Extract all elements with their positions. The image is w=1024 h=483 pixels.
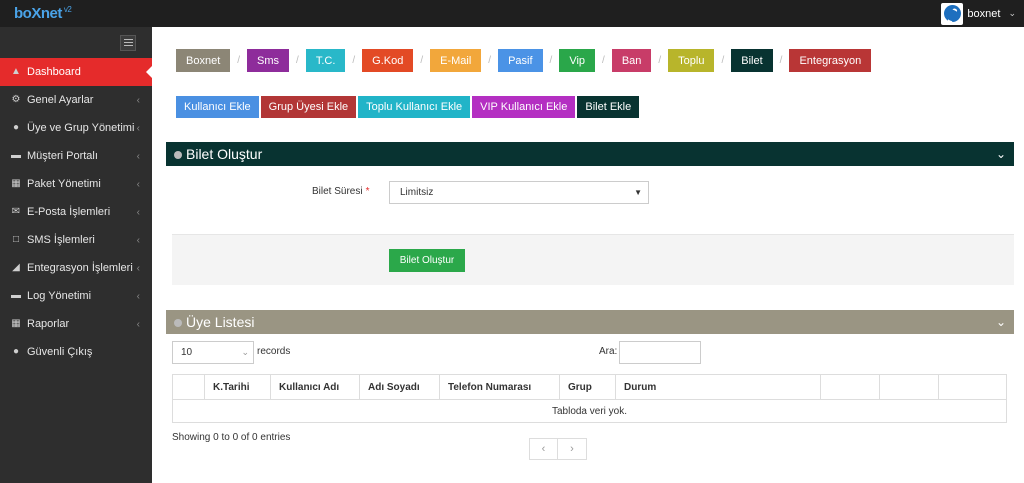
table-header-row: K.Tarihi Kullanıcı Adı Adı Soyadı Telefo… — [172, 374, 1007, 400]
sms-icon: □ — [12, 234, 20, 245]
add-vip-user-button[interactable]: VIP Kullanıcı Ekle — [472, 96, 576, 118]
caret-down-icon: ▼ — [634, 188, 642, 197]
members-panel-header[interactable]: Üye Listesi ⌄ — [166, 310, 1014, 334]
category-tabs: Boxnet / Sms / T.C. / G.Kod / E-Mail / Pasif /… — [176, 49, 872, 72]
sidebar-item-genel-ayarlar[interactable]: ⚙ Genel Ayarlar ‹ — [0, 86, 152, 114]
tab-boxnet[interactable]: Boxnet — [176, 49, 231, 72]
create-ticket-button[interactable]: Bilet Oluştur — [389, 249, 465, 272]
chevron-left-icon: ‹ — [136, 234, 140, 246]
pagination: ‹ › — [529, 438, 587, 460]
tab-tc[interactable]: T.C. — [305, 49, 346, 72]
chevron-left-icon: ‹ — [136, 122, 140, 134]
globe-icon — [174, 151, 182, 160]
tab-toplu[interactable]: Toplu — [668, 49, 715, 72]
column-kullanici-adi[interactable]: Kullanıcı Adı — [270, 374, 360, 400]
search-label: Ara: — [599, 346, 618, 357]
sidebar-item-musteri-portali[interactable]: ▬ Müşteri Portalı ‹ — [0, 142, 152, 170]
bulk-add-users-button[interactable]: Toplu Kullanıcı Ekle — [358, 96, 471, 118]
table-icon: ▦ — [11, 178, 21, 189]
table-info: Showing 0 to 0 of 0 entries — [172, 432, 291, 443]
sidebar-item-guvenli-cikis[interactable]: ● Güvenli Çıkış — [0, 338, 152, 366]
page-length-select[interactable]: 10 ⌄ — [172, 341, 254, 364]
next-page-button[interactable]: › — [558, 438, 587, 460]
column-k-tarihi[interactable]: K.Tarihi — [204, 374, 271, 400]
chevron-left-icon: ‹ — [136, 318, 140, 330]
sidebar-item-entegrasyon[interactable]: ◢ Entegrasyon İşlemleri ‹ — [0, 254, 152, 282]
empty-table-message: Tabloda veri yok. — [172, 399, 1007, 423]
folder-icon: ▬ — [11, 150, 21, 161]
chevron-down-icon[interactable]: ⌄ — [996, 315, 1006, 329]
tab-pasif[interactable]: Pasif — [498, 49, 543, 72]
tab-gkod[interactable]: G.Kod — [362, 49, 414, 72]
user-icon: ● — [12, 122, 20, 133]
main-content: Boxnet / Sms / T.C. / G.Kod / E-Mail / Pasif /… — [152, 27, 1024, 483]
chevron-left-icon: ‹ — [136, 262, 140, 274]
sidebar-item-sms[interactable]: □ SMS İşlemleri ‹ — [0, 226, 152, 254]
chevron-left-icon: ‹ — [136, 178, 140, 190]
chevron-left-icon: ‹ — [136, 290, 140, 302]
sidebar: ▲ Dashboard ⚙ Genel Ayarlar ‹ ● Üye ve Grup … — [0, 27, 152, 483]
sidebar-item-paket[interactable]: ▦ Paket Yönetimi ‹ — [0, 170, 152, 198]
sitemap-icon: ◢ — [12, 262, 20, 273]
dashboard-icon: ▲ — [11, 66, 21, 77]
table-row: Tabloda veri yok. — [172, 399, 1007, 423]
ticket-duration-select[interactable]: Limitsiz ▼ — [389, 181, 649, 204]
app-logo[interactable]: boXnet v2 — [14, 5, 72, 22]
sidebar-item-eposta[interactable]: ✉ E-Posta İşlemleri ‹ — [0, 198, 152, 226]
column-grup[interactable]: Grup — [559, 374, 616, 400]
cogs-icon: ⚙ — [11, 94, 21, 105]
panel-title: Bilet Oluştur — [186, 146, 263, 162]
add-group-member-button[interactable]: Grup Üyesi Ekle — [260, 96, 357, 118]
folder-open-icon: ▬ — [11, 290, 21, 301]
tab-bilet[interactable]: Bilet — [731, 49, 773, 72]
records-label: records — [257, 346, 291, 357]
previous-page-button[interactable]: ‹ — [529, 438, 558, 460]
envelope-icon: ✉ — [11, 206, 21, 217]
globe-icon — [174, 319, 182, 328]
add-ticket-button[interactable]: Bilet Ekle — [577, 96, 640, 118]
add-user-button[interactable]: Kullanıcı Ekle — [176, 96, 259, 118]
column-action-2 — [879, 374, 939, 400]
ticket-panel-header[interactable]: Bilet Oluştur ⌄ — [166, 142, 1014, 166]
tab-ban[interactable]: Ban — [611, 49, 652, 72]
form-actions — [172, 234, 1014, 285]
chevron-left-icon: ‹ — [136, 150, 140, 162]
grid-icon: ▦ — [11, 318, 21, 329]
column-durum[interactable]: Durum — [615, 374, 821, 400]
tab-email[interactable]: E-Mail — [430, 49, 482, 72]
sidebar-item-raporlar[interactable]: ▦ Raporlar ‹ — [0, 310, 152, 338]
column-action-3 — [938, 374, 1007, 400]
panel-title: Üye Listesi — [186, 314, 255, 330]
user-menu[interactable]: boxnet ⌄ — [941, 2, 1016, 25]
menu-toggle-icon[interactable] — [120, 34, 136, 51]
select-column[interactable] — [172, 374, 205, 400]
chevron-down-icon[interactable]: ⌄ — [996, 147, 1006, 161]
chevron-down-icon: ⌄ — [1008, 8, 1016, 18]
tab-vip[interactable]: Vip — [559, 49, 596, 72]
top-bar: boXnet v2 boxnet ⌄ — [0, 0, 1024, 27]
sidebar-item-log[interactable]: ▬ Log Yönetimi ‹ — [0, 282, 152, 310]
avatar — [941, 2, 964, 25]
chevron-down-icon: ⌄ — [241, 347, 249, 357]
search-input[interactable] — [619, 341, 701, 364]
tab-entegrasyon[interactable]: Entegrasyon — [789, 49, 872, 72]
sidebar-item-uye-grup[interactable]: ● Üye ve Grup Yönetimi ‹ — [0, 114, 152, 142]
members-table: K.Tarihi Kullanıcı Adı Adı Soyadı Telefo… — [172, 374, 1007, 423]
column-adi-soyadi[interactable]: Adı Soyadı — [359, 374, 440, 400]
sidebar-item-dashboard[interactable]: ▲ Dashboard — [0, 58, 152, 86]
chevron-left-icon: ‹ — [136, 94, 140, 106]
column-action-1 — [820, 374, 880, 400]
user-icon: ● — [12, 346, 20, 357]
chevron-left-icon: ‹ — [136, 206, 140, 218]
action-tabs: Kullanıcı Ekle Grup Üyesi Ekle Toplu Kul… — [176, 96, 640, 118]
username: boxnet — [967, 7, 1001, 20]
column-telefon[interactable]: Telefon Numarası — [439, 374, 560, 400]
ticket-duration-label: Bilet Süresi * — [312, 186, 370, 197]
tab-sms[interactable]: Sms — [247, 49, 290, 72]
